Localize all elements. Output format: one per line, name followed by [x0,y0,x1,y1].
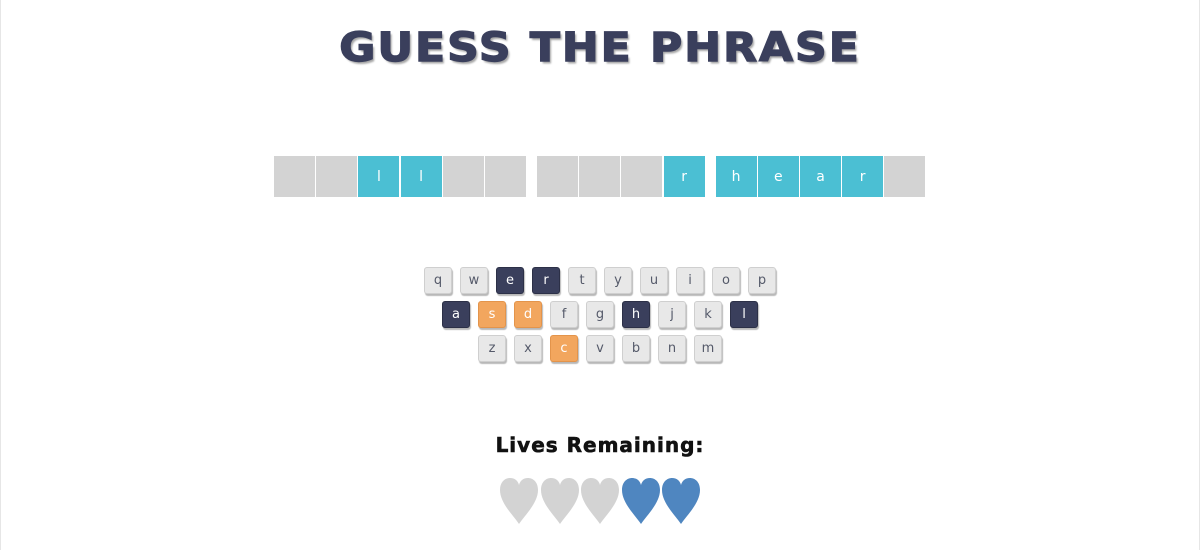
key-q[interactable]: q [424,267,452,294]
phrase-tile [442,156,484,197]
heart-empty-icon [500,478,538,524]
phrase-tile [316,156,358,197]
lives-remaining-label: Lives Remaining: [495,433,705,458]
heart-empty-icon [581,478,620,524]
key-u[interactable]: u [640,267,668,294]
key-x[interactable]: x [514,335,542,362]
key-e[interactable]: e [496,267,524,294]
heart-empty-icon [540,478,579,524]
key-f[interactable]: f [550,301,578,328]
key-j[interactable]: j [658,301,686,328]
key-c[interactable]: c [550,335,578,362]
keyboard-row: asdfghjkl [0,301,1200,329]
phrase-tile [621,156,663,197]
game-title: GUESS THE PHRASE [338,23,861,71]
phrase-tile [274,156,315,197]
key-n[interactable]: n [658,335,686,362]
key-p[interactable]: p [748,267,776,294]
key-a[interactable]: a [442,301,470,328]
keyboard-row: qwertyuiop [0,267,1200,295]
phrase-tile [485,156,526,197]
key-d[interactable]: d [514,301,542,328]
key-h[interactable]: h [622,301,650,328]
phrase-tile: l [400,156,442,197]
key-k[interactable]: k [694,301,722,328]
phrase-tile: r [663,156,705,197]
key-l[interactable]: l [730,301,758,328]
phrase-tile: h [715,156,757,197]
key-g[interactable]: g [586,301,614,328]
key-v[interactable]: v [586,335,614,362]
key-y[interactable]: y [604,267,632,294]
key-b[interactable]: b [622,335,650,362]
key-i[interactable]: i [676,267,704,294]
phrase-tile [884,156,926,197]
phrase-tile: r [842,156,884,197]
key-t[interactable]: t [568,267,596,294]
keyboard-row: zxcvbnm [0,335,1200,363]
heart-full-icon [662,478,701,524]
phrase-tile: l [358,156,400,197]
key-m[interactable]: m [694,335,722,362]
key-w[interactable]: w [460,267,488,294]
key-z[interactable]: z [478,335,506,362]
heart-full-icon [621,478,660,524]
key-r[interactable]: r [532,267,560,294]
phrase-tile [537,156,578,197]
phrase-tile [579,156,621,197]
phrase-tile: e [757,156,799,197]
key-o[interactable]: o [712,267,740,294]
key-s[interactable]: s [478,301,506,328]
phrase-tile: a [800,156,841,197]
